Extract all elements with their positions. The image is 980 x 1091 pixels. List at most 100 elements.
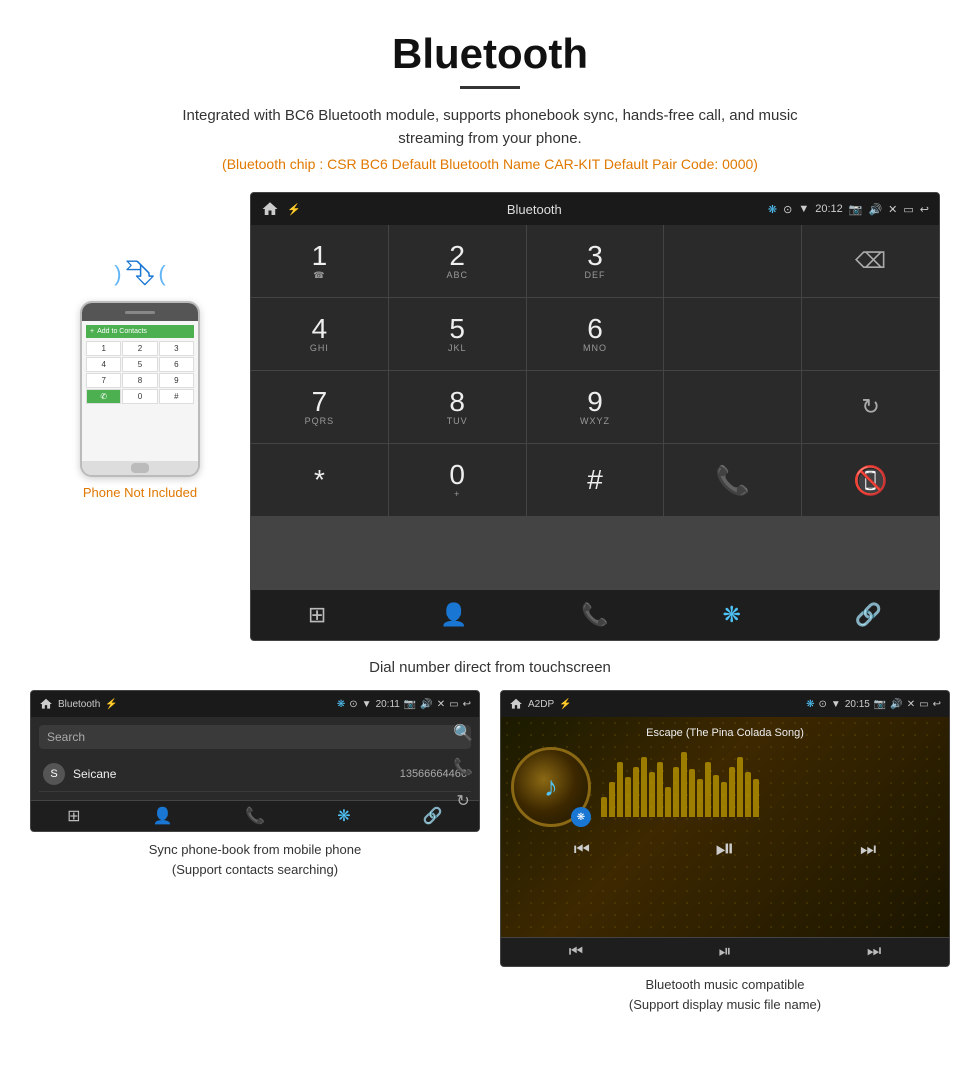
phone-key-hash: #: [159, 389, 194, 404]
music-usb-icon: ⚡: [559, 699, 571, 710]
screen-bottom-nav: ⊞ 👤 📞 ❋ 🔗: [251, 589, 939, 640]
dial-key-2[interactable]: 2 ABC: [389, 225, 526, 297]
nav-bluetooth-icon[interactable]: ❋: [710, 598, 752, 632]
music-nav-prev[interactable]: ⏮: [569, 943, 583, 961]
wave-arc-left: ): [114, 261, 121, 287]
phone-dialpad: 1 2 3 4 5 6 7 8 9 ✆ 0 #: [86, 341, 194, 404]
music-next-btn[interactable]: ⏭: [860, 839, 876, 860]
eq-bar: [649, 772, 655, 817]
dial-refresh[interactable]: ↻: [802, 371, 939, 443]
contact-letter: S: [43, 763, 65, 785]
eq-bar: [697, 779, 703, 817]
music-screen-label: A2DP: [528, 699, 554, 710]
eq-bar: [609, 782, 615, 817]
dial-key-8[interactable]: 8 TUV: [389, 371, 526, 443]
page-header: Bluetooth Integrated with BC6 Bluetooth …: [0, 0, 980, 192]
dial-call-green[interactable]: 📞: [664, 444, 801, 516]
page-description: Integrated with BC6 Bluetooth module, su…: [170, 105, 810, 150]
eq-bar: [745, 772, 751, 817]
music-nav-next[interactable]: ⏭: [867, 943, 881, 961]
add-contacts-icon: +: [90, 328, 94, 335]
pb-nav-bt[interactable]: ❋: [337, 806, 350, 826]
dial-key-9[interactable]: 9 WXYZ: [527, 371, 664, 443]
close-icon: ✕: [888, 203, 897, 216]
status-left: ⚡: [261, 200, 301, 218]
dial-key-5[interactable]: 5 JKL: [389, 298, 526, 370]
phone-key-8: 8: [122, 373, 157, 388]
phone-home-button: [131, 463, 149, 473]
dial-key-star[interactable]: *: [251, 444, 388, 516]
dial-key-0[interactable]: 0 +: [389, 444, 526, 516]
pb-nav-phone[interactable]: 📞: [245, 806, 265, 826]
location-icon: ⊙: [783, 203, 792, 216]
eq-bar: [681, 752, 687, 817]
pb-bt-icon: ❋: [337, 699, 345, 710]
dial-display: [664, 225, 801, 297]
pb-nav-dialpad[interactable]: ⊞: [67, 806, 80, 826]
pb-home-icon: [39, 697, 53, 711]
music-bt-icon: ❋: [806, 699, 814, 710]
phonebook-caption-line2: (Support contacts searching): [172, 862, 338, 877]
music-bottom-nav: ⏮ ⏯ ⏭: [501, 937, 949, 966]
music-play-pause-btn[interactable]: ⏯: [715, 835, 734, 863]
phone-key-4: 4: [86, 357, 121, 372]
dial-key-hash[interactable]: #: [527, 444, 664, 516]
dial-key-1[interactable]: 1 ☎: [251, 225, 388, 297]
dial-key-4[interactable]: 4 GHI: [251, 298, 388, 370]
usb-icon: ⚡: [287, 203, 301, 216]
pb-nav-contacts[interactable]: 👤: [153, 806, 173, 826]
pb-back-icon: ↩: [463, 699, 471, 710]
phone-key-2: 2: [122, 341, 157, 356]
music-status-left: A2DP ⚡: [509, 697, 572, 711]
phone-key-5: 5: [122, 357, 157, 372]
phone-screen: + Add to Contacts 1 2 3 4 5 6 7 8 9 ✆ 0 …: [82, 321, 198, 461]
music-wifi-icon: ▼: [831, 699, 841, 710]
pb-bottom-nav: ⊞ 👤 📞 ❋ 🔗: [31, 800, 479, 831]
nav-contacts-icon[interactable]: 👤: [428, 598, 479, 632]
dial-empty-2: [802, 298, 939, 370]
bt-status-icon: ❋: [768, 203, 777, 216]
dial-key-7[interactable]: 7 PQRS: [251, 371, 388, 443]
page-title: Bluetooth: [40, 30, 940, 78]
eq-bar: [753, 779, 759, 817]
window-icon: ▭: [903, 203, 913, 216]
phonebook-search[interactable]: Search: [39, 725, 471, 749]
phonebook-item: Bluetooth ⚡ ❋ ⊙ ▼ 20:11 📷 🔊 ✕ ▭ ↩: [30, 690, 480, 1014]
main-caption: Dial number direct from touchscreen: [0, 651, 980, 690]
nav-link-icon[interactable]: 🔗: [843, 598, 894, 632]
dial-backspace[interactable]: ⌫: [802, 225, 939, 297]
pb-search-icon[interactable]: 🔍: [453, 723, 473, 743]
nav-dialpad-icon[interactable]: ⊞: [296, 598, 338, 632]
phone-illustration: ) ⮷ ( + Add to Contacts 1 2 3 4 5 6: [40, 192, 240, 500]
back-icon: ↩: [920, 203, 929, 216]
pb-refresh-icon[interactable]: ↻: [456, 791, 469, 811]
dial-call-red[interactable]: 📵: [802, 444, 939, 516]
music-caption-line1: Bluetooth music compatible: [646, 977, 805, 992]
eq-bar: [641, 757, 647, 817]
phonebook-side-icons: 🔍 📞 ↻: [453, 723, 473, 811]
album-art-wrapper: ♪ ❋: [511, 747, 591, 827]
contact-entry-seicane[interactable]: S Seicane 13566664466: [39, 757, 471, 792]
music-main-area: ♪ ❋: [511, 747, 939, 827]
music-prev-btn[interactable]: ⏮: [574, 839, 590, 860]
dial-key-6[interactable]: 6 MNO: [527, 298, 664, 370]
pb-nav-link[interactable]: 🔗: [423, 806, 443, 826]
phonebook-screen: Bluetooth ⚡ ❋ ⊙ ▼ 20:11 📷 🔊 ✕ ▭ ↩: [30, 690, 480, 832]
nav-phone-icon[interactable]: 📞: [569, 598, 620, 632]
phone-key-1: 1: [86, 341, 121, 356]
music-item: A2DP ⚡ ❋ ⊙ ▼ 20:15 📷 🔊 ✕ ▭ ↩ Esc: [500, 690, 950, 1014]
contact-name: Seicane: [73, 767, 400, 781]
status-right: ❋ ⊙ ▼ 20:12 📷 🔊 ✕ ▭ ↩: [768, 203, 929, 216]
time-display: 20:12: [815, 203, 843, 215]
eq-bar: [721, 782, 727, 817]
dial-key-3[interactable]: 3 DEF: [527, 225, 664, 297]
pb-usb-icon: ⚡: [105, 699, 117, 710]
pb-call-icon[interactable]: 📞: [453, 757, 473, 777]
music-nav-play[interactable]: ⏯: [719, 943, 732, 961]
music-note-icon: ♪: [544, 771, 558, 803]
phone-key-9: 9: [159, 373, 194, 388]
camera-icon: 📷: [849, 203, 863, 216]
search-placeholder: Search: [47, 730, 85, 744]
pb-screen-label: Bluetooth: [58, 699, 100, 710]
music-bt-badge: ❋: [571, 807, 591, 827]
